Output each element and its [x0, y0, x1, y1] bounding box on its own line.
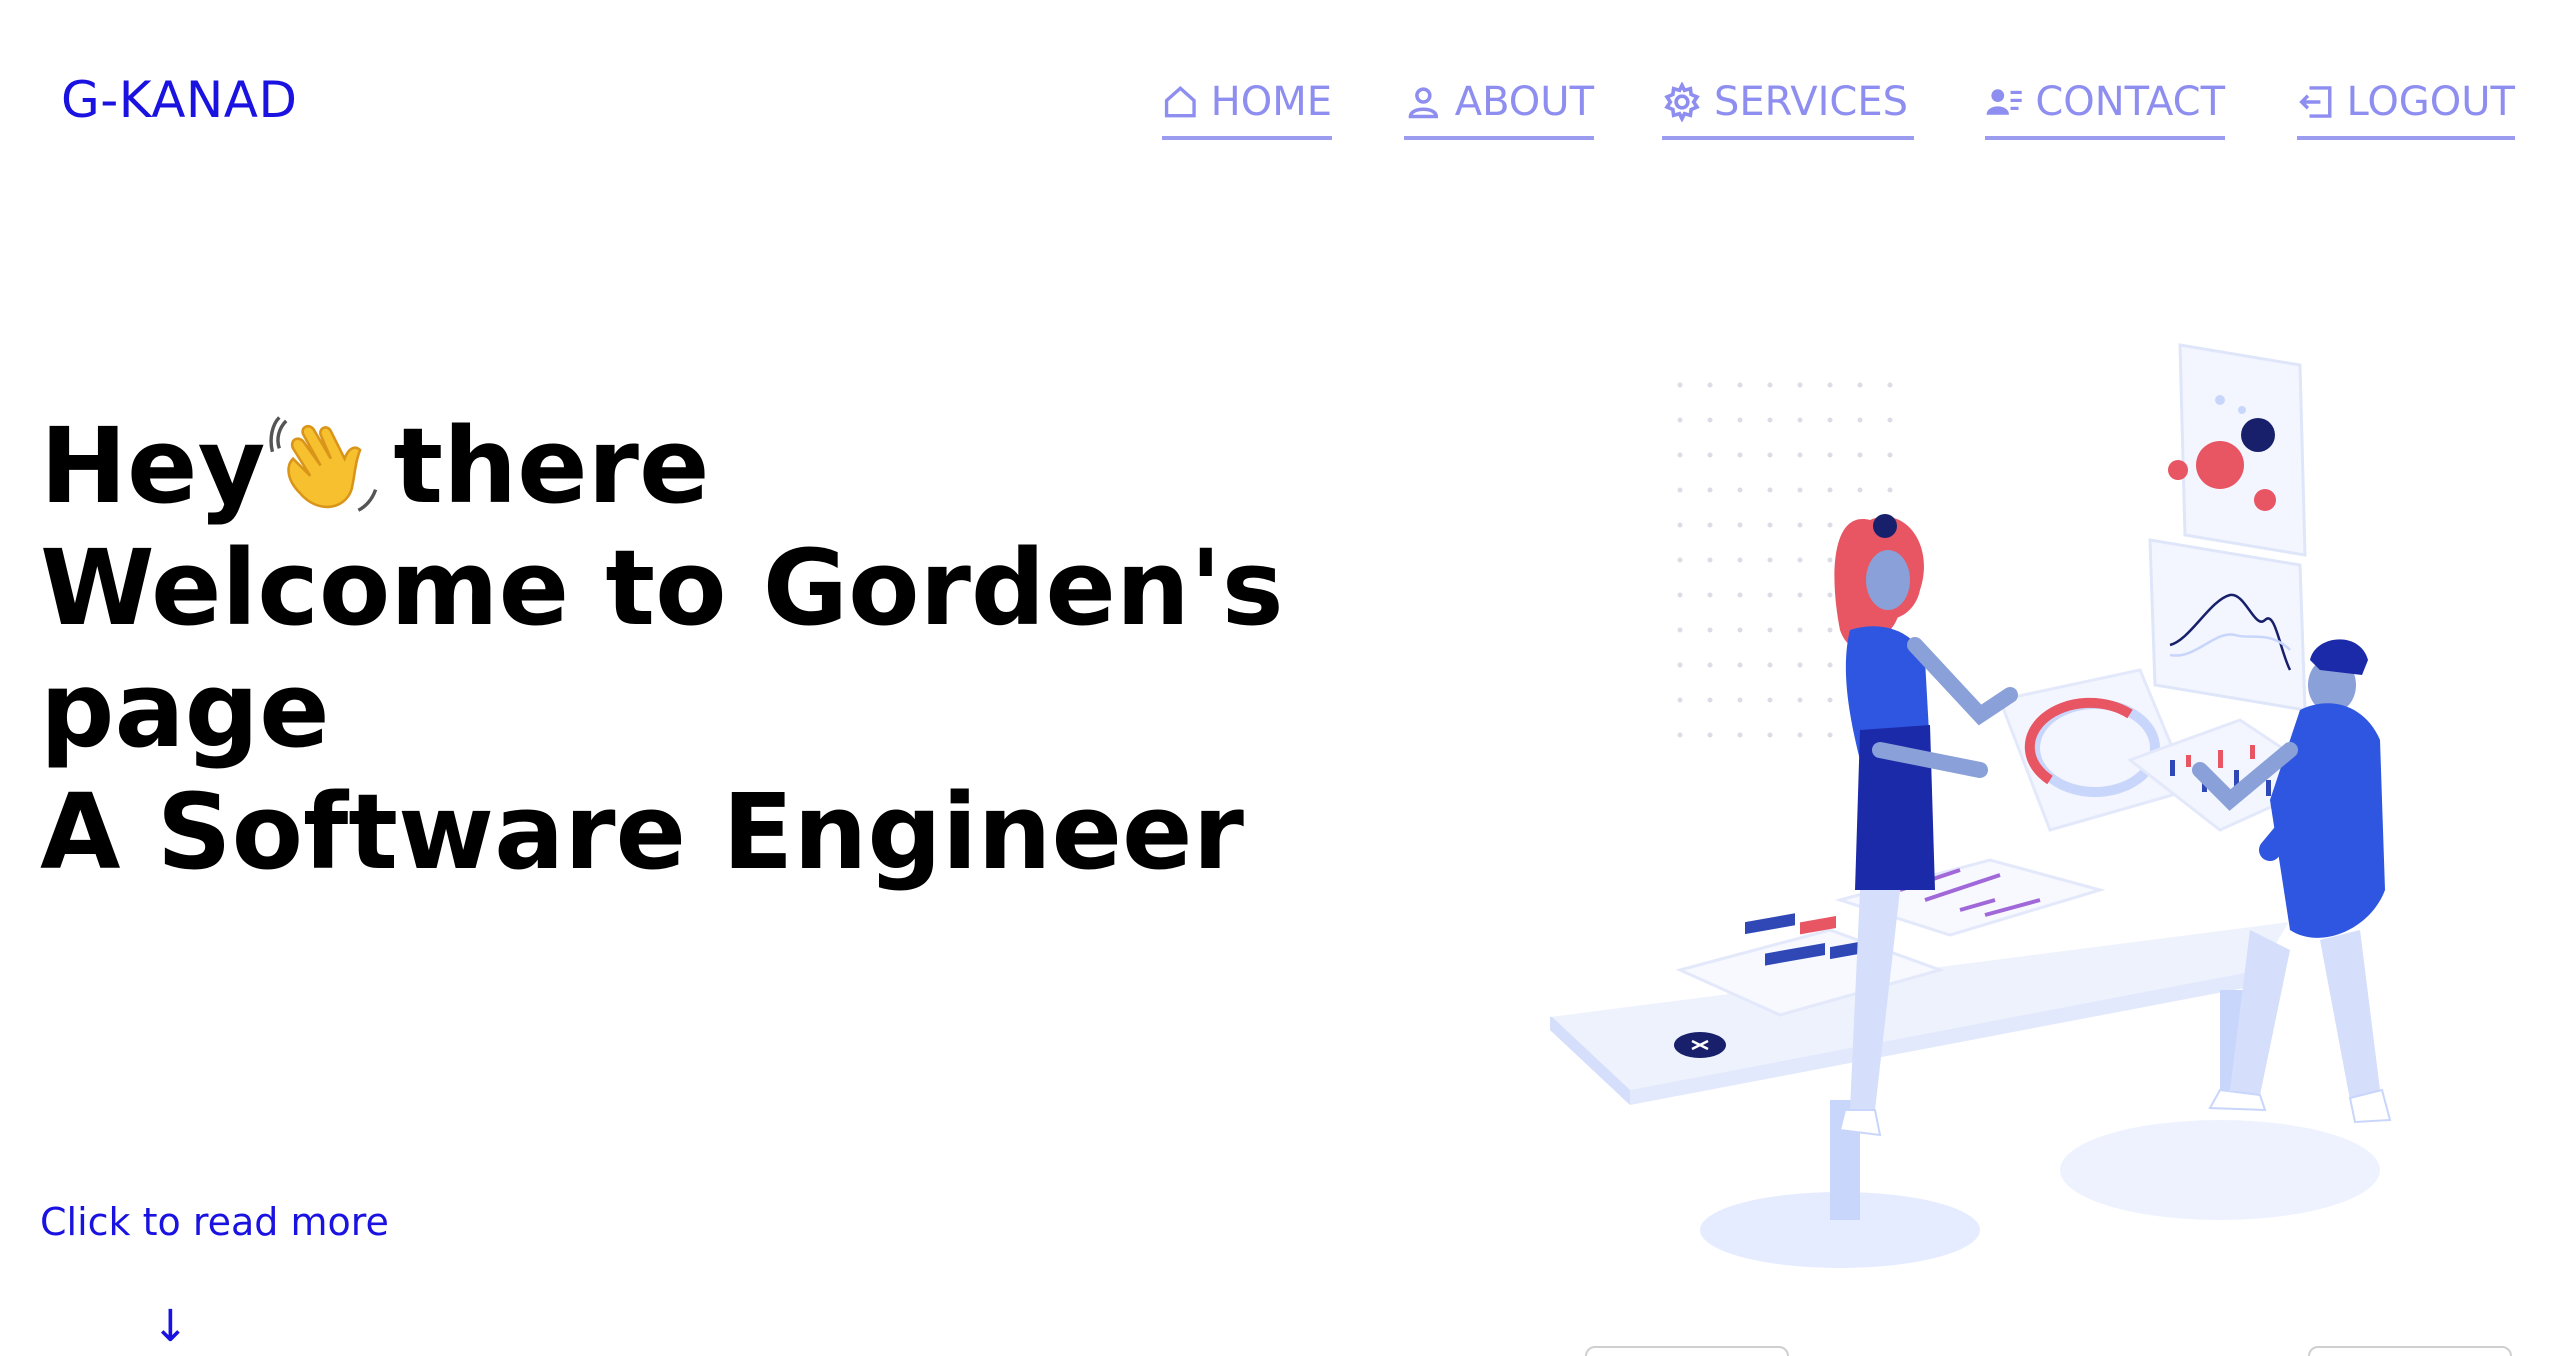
hero-line-3: page: [40, 649, 330, 771]
hero-line-2: Welcome to Gorden's: [40, 527, 1284, 649]
nav-services[interactable]: SERVICES: [1662, 70, 1914, 140]
nav-contact[interactable]: CONTACT: [1985, 70, 2225, 140]
nav-logout[interactable]: LOGOUT: [2297, 70, 2515, 140]
gear-icon: [1664, 82, 1700, 122]
contact-card-icon: [1986, 89, 2022, 115]
nav-home[interactable]: HOME: [1162, 70, 1332, 140]
hero-line-1: Hey there: [40, 405, 710, 527]
main-nav: HOME ABOUT SERVICES CONTACT LOGOUT: [0, 70, 2560, 150]
hero-illustration: [1549, 343, 2392, 1268]
nav-about-label: ABOUT: [1454, 79, 1594, 125]
home-icon: [1164, 86, 1196, 118]
hero-line-4: A Software Engineer: [40, 771, 1244, 893]
floating-card-dots: [2168, 343, 2307, 557]
hero-heading: Hey there Welcome to Gorden's page A Sof…: [40, 405, 1360, 893]
waving-hand-icon: [269, 415, 378, 512]
read-more-link[interactable]: Click to read more: [40, 1200, 389, 1244]
user-icon: [1408, 87, 1439, 119]
nav-about[interactable]: ABOUT: [1404, 70, 1594, 140]
nav-contact-label: CONTACT: [2035, 79, 2225, 125]
down-arrow-icon[interactable]: ↓: [152, 1305, 189, 1349]
floating-card-line-chart: [2148, 538, 2307, 712]
floor-shadow-right: [2060, 1120, 2380, 1220]
nav-home-label: HOME: [1210, 79, 1332, 125]
nav-logout-label: LOGOUT: [2346, 79, 2515, 125]
page: G-KANAD HOME ABOUT SERVICES CONTACT LOGO…: [0, 0, 2560, 1356]
nav-services-label: SERVICES: [1714, 79, 1909, 125]
bottom-card-right: [2308, 1346, 2512, 1356]
logout-icon: [2299, 86, 2332, 118]
bottom-card-left: [1585, 1346, 1789, 1356]
